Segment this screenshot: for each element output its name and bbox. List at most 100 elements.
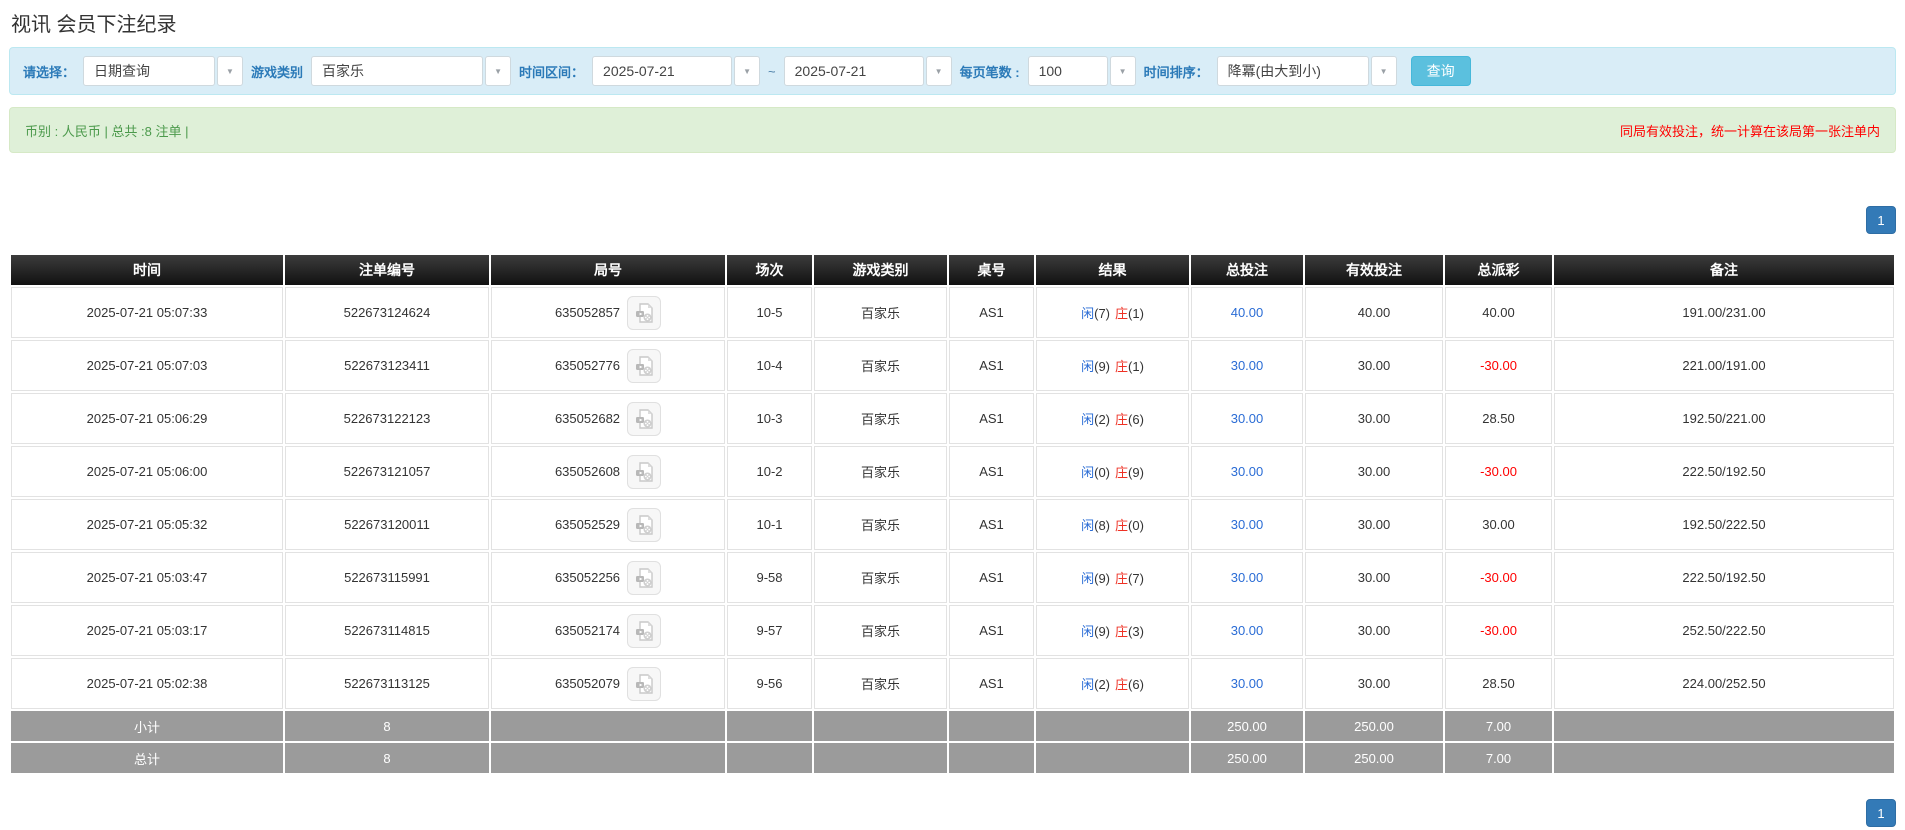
chevron-down-icon[interactable]: ▼ — [485, 56, 512, 86]
column-header-valid-bet: 有效投注 — [1305, 255, 1443, 285]
cell-time: 2025-07-21 05:07:03 — [11, 340, 283, 391]
player-result-label: 闲 — [1081, 571, 1095, 586]
cell-remark: 221.00/191.00 — [1554, 340, 1894, 391]
total-bet-link[interactable]: 40.00 — [1231, 305, 1264, 320]
total-count: 8 — [285, 743, 489, 773]
time-sort-select[interactable]: 降冪(由大到小) ▼ — [1216, 56, 1397, 86]
cell-valid-bet: 30.00 — [1305, 552, 1443, 603]
banker-result-label: 庄 — [1115, 412, 1129, 427]
cell-valid-bet: 30.00 — [1305, 658, 1443, 709]
player-result-label: 闲 — [1081, 518, 1095, 533]
cell-time: 2025-07-21 05:06:29 — [11, 393, 283, 444]
table-header-row: 时间 注单编号 局号 场次 游戏类别 桌号 结果 总投注 有效投注 总派彩 备注 — [11, 255, 1894, 285]
column-header-game: 游戏类别 — [814, 255, 947, 285]
cell-result: 闲(9) 庄(7) — [1036, 552, 1189, 603]
chevron-down-icon[interactable]: ▼ — [1109, 56, 1136, 86]
total-bet-link[interactable]: 30.00 — [1231, 517, 1264, 532]
chevron-down-icon[interactable]: ▼ — [217, 56, 244, 86]
column-header-table: 桌号 — [949, 255, 1034, 285]
query-type-label: 请选择： — [23, 64, 76, 80]
cell-payout: 28.50 — [1445, 658, 1552, 709]
page-size-value: 100 — [1027, 56, 1108, 86]
cell-round: 635052529 — [491, 499, 725, 550]
cell-bet-id: 522673122123 — [285, 393, 489, 444]
video-replay-button[interactable] — [627, 507, 662, 542]
page-size-select[interactable]: 100 ▼ — [1027, 56, 1136, 86]
page-number-button[interactable]: 1 — [1866, 799, 1896, 827]
cell-bet-id: 522673113125 — [285, 658, 489, 709]
banker-result-label: 庄 — [1115, 624, 1129, 639]
date-from-select[interactable]: 2025-07-21 ▼ — [592, 56, 761, 86]
column-header-round: 局号 — [491, 255, 725, 285]
table-row: 2025-07-21 05:03:47 522673115991 6350522… — [11, 552, 1894, 603]
query-type-select[interactable]: 日期查询 ▼ — [83, 56, 244, 86]
tilde-separator: ~ — [768, 63, 776, 79]
total-row: 总计 8 250.00 250.00 7.00 — [11, 743, 1894, 773]
banker-result-label: 庄 — [1115, 571, 1129, 586]
cell-bet-id: 522673120011 — [285, 499, 489, 550]
total-bet-link[interactable]: 30.00 — [1231, 676, 1264, 691]
page-number-button[interactable]: 1 — [1866, 206, 1896, 234]
cell-session: 10-4 — [727, 340, 812, 391]
cell-result: 闲(2) 庄(6) — [1036, 393, 1189, 444]
cell-game: 百家乐 — [814, 340, 947, 391]
cell-result: 闲(9) 庄(3) — [1036, 605, 1189, 656]
cell-session: 10-1 — [727, 499, 812, 550]
video-replay-button[interactable] — [627, 560, 662, 595]
page-title: 视讯 会员下注纪录 — [11, 14, 177, 36]
time-sort-value: 降冪(由大到小) — [1216, 56, 1369, 86]
cell-payout: 28.50 — [1445, 393, 1552, 444]
video-replay-button[interactable] — [627, 295, 662, 330]
cell-total-bet: 30.00 — [1191, 658, 1303, 709]
pagination-bottom: 1 — [9, 799, 1896, 827]
cell-total-bet: 30.00 — [1191, 393, 1303, 444]
cell-remark: 192.50/222.50 — [1554, 499, 1894, 550]
total-bet-link[interactable]: 30.00 — [1231, 411, 1264, 426]
video-replay-button[interactable] — [627, 348, 662, 383]
player-result-label: 闲 — [1081, 359, 1095, 374]
video-replay-button[interactable] — [627, 666, 662, 701]
same-round-notice-text: 同局有效投注，统一计算在该局第一张注单内 — [1619, 123, 1880, 139]
subtotal-label: 小计 — [11, 711, 283, 741]
chevron-down-icon[interactable]: ▼ — [1370, 56, 1397, 86]
total-bet-link[interactable]: 30.00 — [1231, 464, 1264, 479]
banker-result-label: 庄 — [1115, 677, 1129, 692]
summary-bar: 币别 : 人民币 | 总共 :8 注单 | 同局有效投注，统一计算在该局第一张注… — [9, 107, 1896, 153]
cell-session: 10-2 — [727, 446, 812, 497]
cell-time: 2025-07-21 05:03:47 — [11, 552, 283, 603]
cell-remark: 222.50/192.50 — [1554, 446, 1894, 497]
page-size-label: 每页笔数 : — [959, 64, 1020, 80]
cell-bet-id: 522673121057 — [285, 446, 489, 497]
video-replay-icon — [636, 620, 653, 641]
cell-table: AS1 — [949, 499, 1034, 550]
video-replay-button[interactable] — [627, 401, 662, 436]
cell-time: 2025-07-21 05:06:00 — [11, 446, 283, 497]
game-type-select[interactable]: 百家乐 ▼ — [311, 56, 512, 86]
cell-remark: 252.50/222.50 — [1554, 605, 1894, 656]
cell-payout: -30.00 — [1445, 340, 1552, 391]
video-replay-button[interactable] — [627, 454, 662, 489]
player-result-label: 闲 — [1081, 465, 1095, 480]
pagination-top: 1 — [9, 206, 1896, 234]
cell-session: 9-58 — [727, 552, 812, 603]
cell-session: 9-57 — [727, 605, 812, 656]
subtotal-total-bet: 250.00 — [1191, 711, 1303, 741]
chevron-down-icon[interactable]: ▼ — [734, 56, 761, 86]
search-button[interactable]: 查询 — [1410, 56, 1471, 86]
total-bet-link[interactable]: 30.00 — [1231, 570, 1264, 585]
date-to-select[interactable]: 2025-07-21 ▼ — [783, 56, 952, 86]
game-type-label: 游戏类别 — [251, 64, 304, 80]
cell-session: 10-5 — [727, 287, 812, 338]
cell-game: 百家乐 — [814, 287, 947, 338]
cell-table: AS1 — [949, 446, 1034, 497]
cell-round: 635052608 — [491, 446, 725, 497]
video-replay-icon — [636, 673, 653, 694]
video-replay-button[interactable] — [627, 613, 662, 648]
chevron-down-icon[interactable]: ▼ — [925, 56, 952, 86]
cell-valid-bet: 30.00 — [1305, 393, 1443, 444]
time-sort-label: 时间排序： — [1143, 64, 1209, 80]
total-bet-link[interactable]: 30.00 — [1231, 358, 1264, 373]
table-row: 2025-07-21 05:05:32 522673120011 6350525… — [11, 499, 1894, 550]
cell-valid-bet: 30.00 — [1305, 446, 1443, 497]
total-bet-link[interactable]: 30.00 — [1231, 623, 1264, 638]
